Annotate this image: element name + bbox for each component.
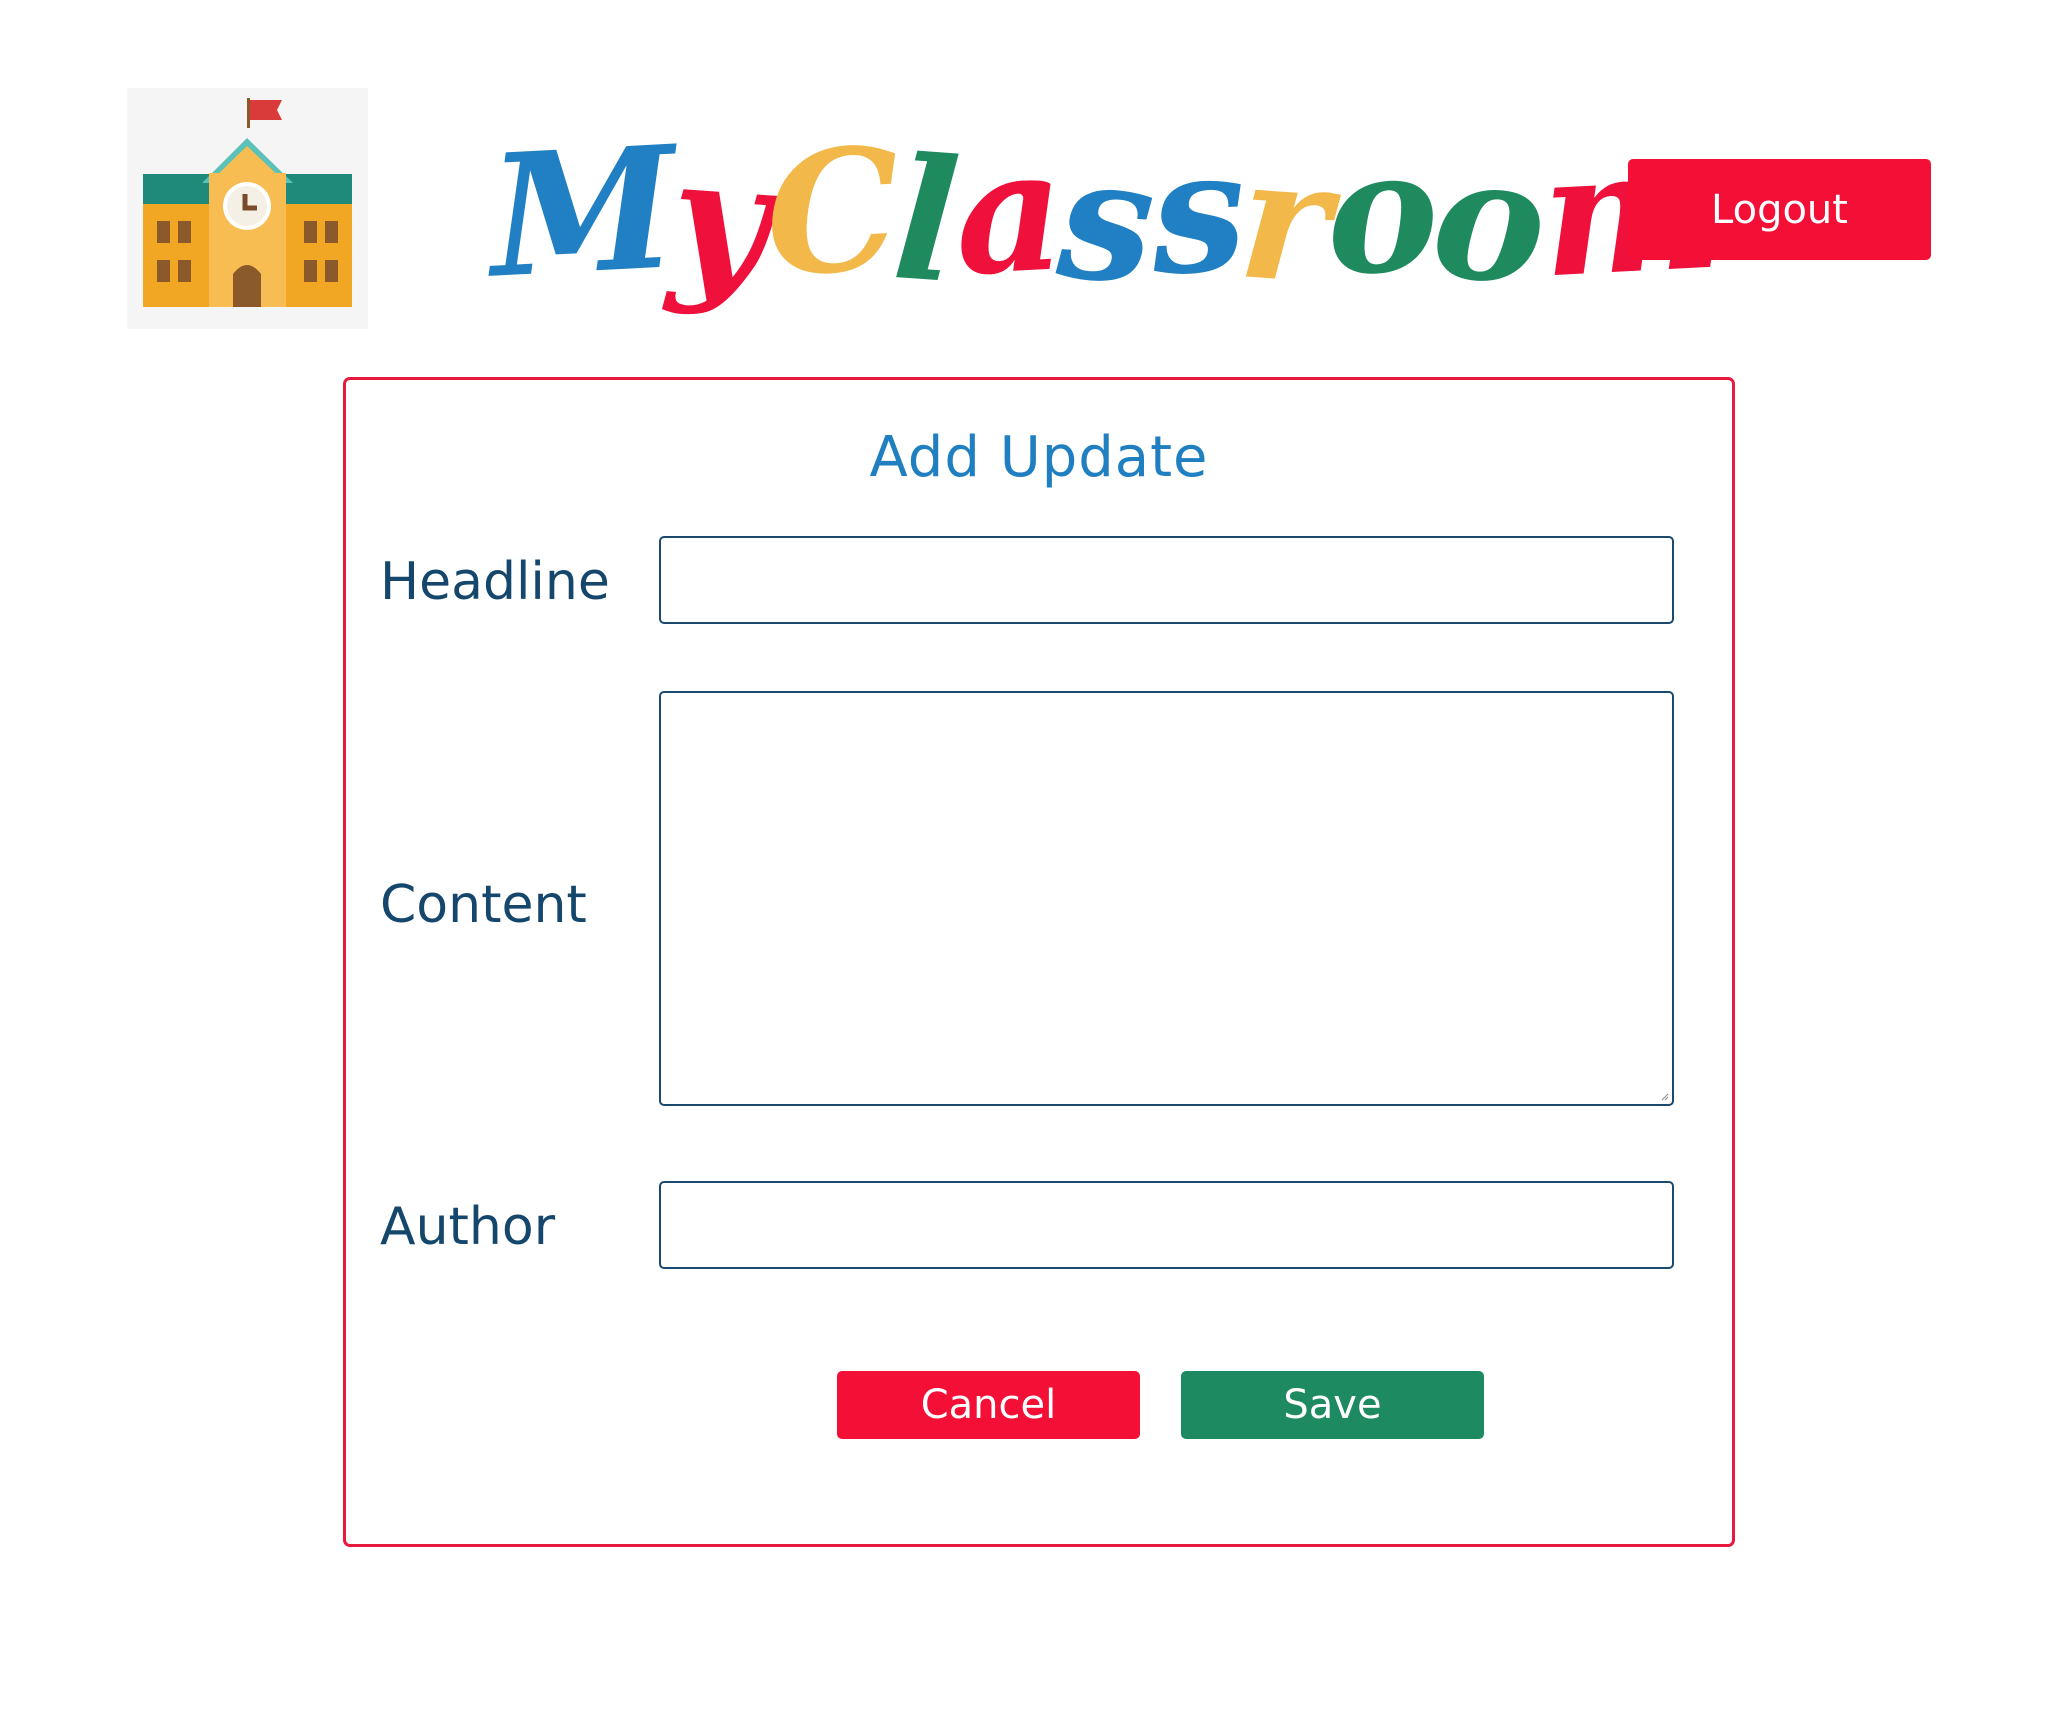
resize-grip-icon[interactable]: [1661, 1093, 1669, 1101]
content-textarea[interactable]: [659, 691, 1674, 1106]
brand-letter: a: [950, 110, 1066, 314]
author-label: Author: [380, 1197, 556, 1257]
school-logo: [127, 88, 368, 329]
brand-letter: s: [1052, 118, 1157, 322]
brand-letter: C: [760, 109, 901, 315]
form-title: Add Update: [869, 425, 1209, 490]
author-input[interactable]: [659, 1181, 1674, 1269]
add-update-form: Add Update Headline Content Author Cance…: [343, 377, 1735, 1547]
brand-letter: o: [1320, 110, 1439, 314]
brand-letter: M: [484, 108, 678, 316]
headline-label: Headline: [380, 552, 610, 612]
brand-letter: l: [887, 119, 962, 321]
brand-title: MyClassroom: [480, 108, 1721, 358]
save-button[interactable]: Save: [1181, 1371, 1484, 1439]
school-building-icon: [143, 98, 352, 307]
brand-title-text: MyClassroom: [485, 108, 1721, 322]
content-label: Content: [380, 875, 587, 935]
brand-letter: y: [664, 117, 772, 323]
logout-button[interactable]: Logout: [1628, 159, 1931, 260]
headline-input[interactable]: [659, 536, 1674, 624]
brand-letter: r: [1233, 118, 1332, 322]
brand-letter: s: [1145, 110, 1247, 314]
brand-letter: o: [1426, 117, 1549, 323]
cancel-button[interactable]: Cancel: [837, 1371, 1140, 1439]
